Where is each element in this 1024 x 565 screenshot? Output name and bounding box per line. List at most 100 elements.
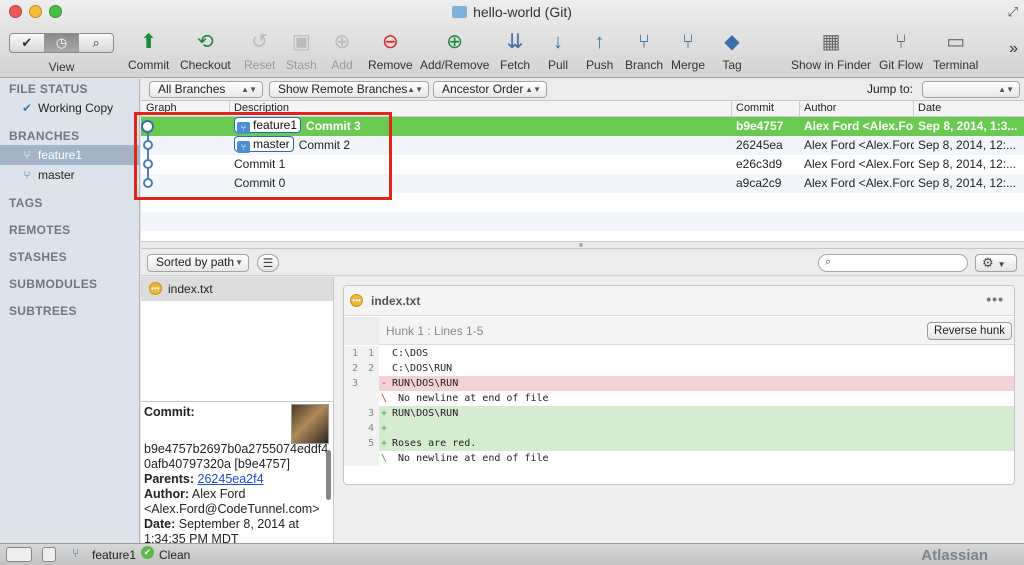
add-remove-button[interactable]: ⊕ Add/Remove: [420, 30, 489, 72]
settings-menu-button[interactable]: ⚙ ▼: [975, 254, 1017, 272]
diff-line[interactable]: 1 1 C:\DOS: [344, 346, 1014, 361]
commit-date: Sep 8, 2014, 1:3...: [918, 119, 1018, 133]
parents-label: Parents:: [144, 472, 195, 486]
branch-icon: ⑂: [23, 168, 31, 182]
branches-filter-select[interactable]: All Branches ▲▼: [149, 81, 263, 98]
sidebar-section-branches[interactable]: BRANCHES: [9, 129, 79, 143]
sidebar-item-feature1[interactable]: ⑂ feature1: [0, 145, 140, 165]
stash-button[interactable]: ▣ Stash: [286, 30, 317, 72]
file-toolbar: Sorted by path ▼ ☰ ⌕ ⚙ ▼: [141, 249, 1024, 276]
dropdown-arrow-icon: ▼: [235, 258, 243, 267]
sidebar-section-subtrees[interactable]: SUBTREES: [9, 304, 77, 318]
push-icon: ↑: [594, 31, 605, 53]
commit-date: Sep 8, 2014, 12:...: [918, 138, 1017, 152]
diff-card: ••• index.txt ••• Hunk 1 : Lines 1-5 Rev…: [343, 285, 1015, 485]
details-scrollbar[interactable]: [326, 450, 331, 500]
sidebar-item-master[interactable]: ⑂ master: [0, 165, 140, 185]
toolbar-overflow-icon[interactable]: »: [1009, 40, 1018, 58]
status-bar: ⑂ feature1 ✔ Clean Atlassian: [0, 543, 1024, 565]
commit-date: Sep 8, 2014, 12:...: [918, 157, 1017, 171]
git-flow-button[interactable]: ⑂ Git Flow: [879, 30, 923, 72]
col-commit[interactable]: Commit: [736, 102, 774, 114]
sidebar-section-tags[interactable]: TAGS: [9, 196, 43, 210]
finder-icon: ▦: [821, 31, 841, 53]
parent-commit-link[interactable]: 26245ea2f4: [198, 472, 264, 486]
sort-select[interactable]: Sorted by path ▼: [147, 254, 249, 272]
col-date[interactable]: Date: [918, 102, 941, 114]
sidebar-section-stashes[interactable]: STASHES: [9, 250, 67, 264]
modified-file-icon: •••: [149, 282, 162, 295]
log-view-icon[interactable]: ◷: [44, 34, 80, 52]
commit-hash: 26245ea: [736, 138, 783, 152]
view-mode-segmented-control[interactable]: ✔ ◷ ⌕: [9, 33, 114, 53]
hunk-title: Hunk 1 : Lines 1-5: [386, 324, 484, 338]
list-icon: ☰: [262, 256, 274, 270]
commit-icon: ⬆: [140, 31, 158, 53]
fullscreen-icon[interactable]: ⤢: [1008, 4, 1018, 20]
merge-button[interactable]: ⑂ Merge: [671, 30, 705, 72]
add-button[interactable]: ⊕ Add: [330, 30, 354, 72]
fetch-button[interactable]: ⇊ Fetch: [500, 30, 530, 72]
pull-button[interactable]: ↓ Pull: [546, 30, 570, 72]
jump-to-select[interactable]: ▲▼: [922, 81, 1020, 98]
terminal-button[interactable]: ▭ Terminal: [933, 30, 978, 72]
diff-line-added[interactable]: 3 + RUN\DOS\RUN: [344, 406, 1014, 421]
toggle-sidebar-button[interactable]: [6, 547, 32, 562]
checkout-button[interactable]: ⟲ Checkout: [180, 30, 231, 72]
col-author[interactable]: Author: [804, 102, 836, 114]
file-item[interactable]: ••• index.txt: [141, 277, 333, 301]
push-button[interactable]: ↑ Push: [586, 30, 613, 72]
branch-button[interactable]: ⑂ Branch: [625, 30, 663, 72]
splitter-grip[interactable]: [579, 243, 583, 247]
commit-date: Sep 8, 2014, 12:...: [918, 176, 1017, 190]
window-toolbar: hello-world (Git) ⤢ ✔ ◷ ⌕ View ⬆ Commit ⟲…: [0, 0, 1024, 78]
remote-branches-select[interactable]: Show Remote Branches ▲▼: [269, 81, 429, 98]
branch-icon: ⑂: [72, 546, 80, 560]
gear-icon: ⚙: [982, 255, 994, 270]
jump-to-label: Jump to:: [867, 82, 914, 96]
diff-line[interactable]: 2 2 C:\DOS\RUN: [344, 361, 1014, 376]
diff-line[interactable]: \ No newline at end of file: [344, 391, 1014, 406]
diff-line-added[interactable]: 5 + Roses are red.: [344, 436, 1014, 451]
file-status-view-icon[interactable]: ✔: [10, 34, 45, 52]
commit-hash: a9ca2c9: [736, 176, 782, 190]
sidebar-section-file-status[interactable]: FILE STATUS: [9, 82, 88, 96]
pane-splitter[interactable]: [141, 241, 1024, 249]
tag-button[interactable]: ◆ Tag: [720, 30, 744, 72]
order-select[interactable]: Ancestor Order ▲▼: [433, 81, 547, 98]
sidebar-item-working-copy[interactable]: ✔ Working Copy: [0, 98, 140, 118]
list-options-button[interactable]: ☰: [257, 254, 279, 272]
commit-author: Alex Ford <Alex.Ford@CodeTunnel.com>: [804, 176, 914, 190]
sidebar-section-remotes[interactable]: REMOTES: [9, 223, 70, 237]
file-search-input[interactable]: ⌕: [818, 254, 968, 272]
author-label: Author:: [144, 487, 190, 501]
diff-pane: ••• index.txt ••• Hunk 1 : Lines 1-5 Rev…: [334, 277, 1024, 543]
remove-button[interactable]: ⊖ Remove: [368, 30, 413, 72]
commit-author: Alex Ford <Alex.Ford@CodeTunnel.com>: [804, 157, 914, 171]
sidebar: FILE STATUS ✔ Working Copy BRANCHES ⑂ feat…: [0, 79, 140, 543]
commit-button[interactable]: ⬆ Commit: [128, 30, 169, 72]
changed-files-list: ••• index.txt: [141, 277, 334, 401]
sidebar-section-submodules[interactable]: SUBMODULES: [9, 277, 97, 291]
reset-button[interactable]: ↺ Reset: [244, 30, 275, 72]
diff-line-removed[interactable]: 3- RUN\DOS\RUN: [344, 376, 1014, 391]
full-commit-hash: b9e4757b2697b0a2755074eddf40afb40797320a…: [144, 442, 329, 471]
more-options-icon[interactable]: •••: [986, 286, 1004, 314]
branch-icon: ⑂: [23, 148, 31, 162]
toggle-panel-button[interactable]: [42, 547, 56, 562]
merge-icon: ⑂: [682, 31, 694, 53]
search-view-icon[interactable]: ⌕: [79, 34, 113, 52]
checkmark-circle-icon: ✔: [21, 101, 33, 115]
log-filter-bar: All Branches ▲▼ Show Remote Branches ▲▼ An…: [141, 79, 1024, 101]
current-branch: feature1: [92, 548, 137, 562]
diff-line[interactable]: \ No newline at end of file: [344, 451, 1014, 466]
reverse-hunk-button[interactable]: Reverse hunk: [927, 322, 1012, 340]
search-icon: ⌕: [825, 256, 832, 268]
diff-line-added[interactable]: 4 +: [344, 421, 1014, 436]
show-in-finder-button[interactable]: ▦ Show in Finder: [791, 30, 871, 72]
commit-label: Commit:: [144, 405, 195, 419]
updown-arrows-icon: ▲▼: [407, 85, 423, 94]
checkmark-icon: ✔: [141, 546, 154, 559]
terminal-icon: ▭: [946, 31, 966, 53]
diff-file-header: ••• index.txt •••: [344, 286, 1014, 316]
